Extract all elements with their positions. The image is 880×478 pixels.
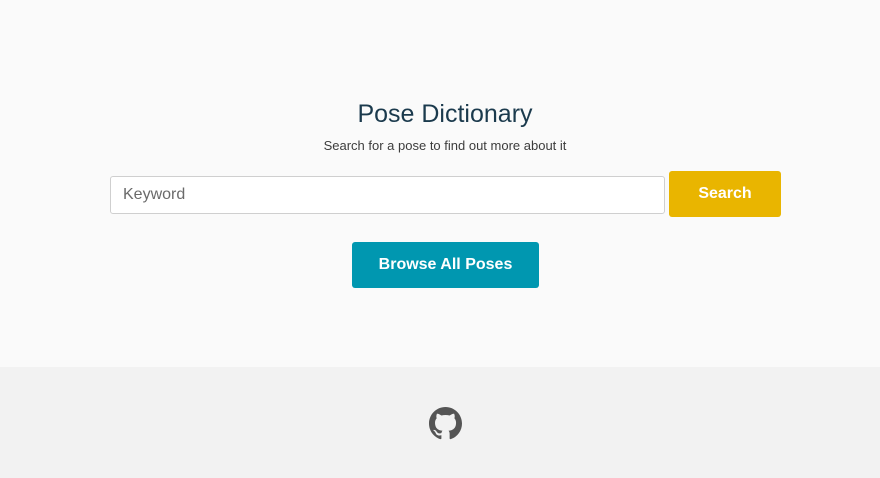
search-input[interactable] [110,176,665,214]
browse-all-poses-button[interactable]: Browse All Poses [352,242,539,288]
page-subtitle: Search for a pose to find out more about… [323,138,567,153]
search-button[interactable]: Search [669,171,781,217]
github-icon [429,407,462,440]
main-section: Pose Dictionary Search for a pose to fin… [0,0,880,367]
footer [0,367,880,478]
github-link[interactable] [429,407,462,440]
page-title: Pose Dictionary [357,100,533,128]
